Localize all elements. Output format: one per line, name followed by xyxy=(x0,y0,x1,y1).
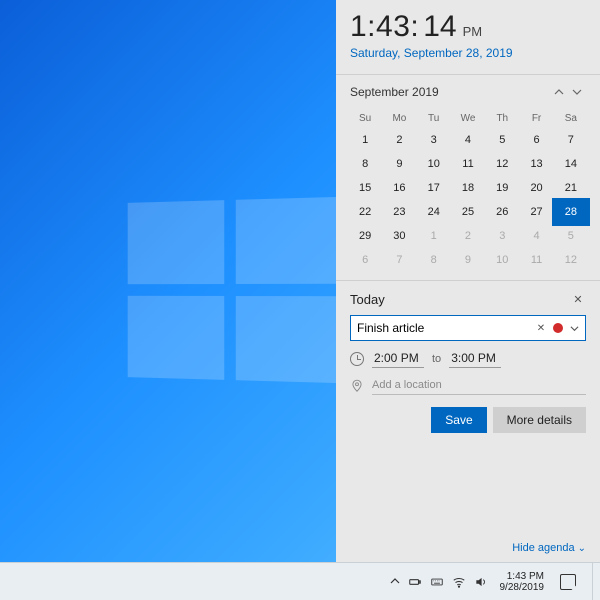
dow-label: We xyxy=(451,111,485,126)
dow-label: Th xyxy=(485,111,519,126)
calendar-day[interactable]: 9 xyxy=(451,248,485,272)
calendar-day[interactable]: 10 xyxy=(417,152,451,176)
calendar-day[interactable]: 16 xyxy=(382,176,416,200)
calendar-day[interactable]: 4 xyxy=(451,128,485,152)
calendar-day[interactable]: 1 xyxy=(417,224,451,248)
clock-time: 1:43: xyxy=(350,10,419,44)
action-center-icon[interactable] xyxy=(560,574,576,590)
clock-icon xyxy=(350,352,364,366)
start-time-field[interactable]: 2:00 PM xyxy=(372,349,424,368)
calendar-day[interactable]: 6 xyxy=(348,248,382,272)
volume-icon[interactable] xyxy=(474,575,488,589)
clock-ampm: PM xyxy=(463,24,483,39)
calendar-day[interactable]: 1 xyxy=(348,128,382,152)
to-label: to xyxy=(432,353,441,365)
clock-date-link[interactable]: Saturday, September 28, 2019 xyxy=(350,46,586,60)
calendar-day[interactable]: 4 xyxy=(519,224,553,248)
calendar-day[interactable]: 15 xyxy=(348,176,382,200)
calendar-day[interactable]: 19 xyxy=(485,176,519,200)
dow-label: Tu xyxy=(417,111,451,126)
clock-block: 1:43:14 PM Saturday, September 28, 2019 xyxy=(336,0,600,66)
calendar-day[interactable]: 8 xyxy=(417,248,451,272)
system-tray: 1:43 PM 9/28/2019 xyxy=(390,563,599,600)
calendar-day[interactable]: 8 xyxy=(348,152,382,176)
calendar-color-dropdown-icon[interactable] xyxy=(567,318,581,338)
next-month-button[interactable] xyxy=(568,83,586,101)
location-icon xyxy=(350,379,364,393)
calendar-day[interactable]: 12 xyxy=(485,152,519,176)
calendar-day[interactable]: 21 xyxy=(554,176,588,200)
calendar-day[interactable]: 11 xyxy=(519,248,553,272)
battery-icon[interactable] xyxy=(408,575,422,589)
calendar-day-today[interactable]: 28 xyxy=(554,200,588,224)
calendar-day[interactable]: 24 xyxy=(417,200,451,224)
end-time-field[interactable]: 3:00 PM xyxy=(449,349,501,368)
calendar-day[interactable]: 2 xyxy=(382,128,416,152)
day-of-week-header: SuMoTuWeThFrSa xyxy=(336,111,600,126)
close-icon[interactable]: ✕ xyxy=(570,291,586,307)
calendar-day[interactable]: 10 xyxy=(485,248,519,272)
calendar-day[interactable]: 14 xyxy=(554,152,588,176)
hide-agenda-link[interactable]: Hide agenda⌄ xyxy=(350,536,586,554)
event-title-input-wrap: ✕ xyxy=(350,315,586,341)
calendar-day[interactable]: 5 xyxy=(485,128,519,152)
calendar-day[interactable]: 27 xyxy=(519,200,553,224)
location-input[interactable] xyxy=(372,376,586,395)
save-button[interactable]: Save xyxy=(431,407,486,433)
calendar-day[interactable]: 26 xyxy=(485,200,519,224)
taskbar-clock[interactable]: 1:43 PM 9/28/2019 xyxy=(500,571,545,593)
calendar-color-dot[interactable] xyxy=(553,323,563,333)
dow-label: Fr xyxy=(519,111,553,126)
taskbar-time: 1:43 PM xyxy=(507,571,544,582)
dow-label: Su xyxy=(348,111,382,126)
calendar-day[interactable]: 7 xyxy=(382,248,416,272)
calendar-day[interactable]: 12 xyxy=(554,248,588,272)
input-indicator-icon[interactable] xyxy=(430,575,444,589)
calendar-day[interactable]: 30 xyxy=(382,224,416,248)
calendar-day[interactable]: 9 xyxy=(382,152,416,176)
event-title-input[interactable] xyxy=(355,319,529,337)
calendar-grid: 1234567891011121314151617181920212223242… xyxy=(336,126,600,280)
calendar-day[interactable]: 20 xyxy=(519,176,553,200)
calendar-day[interactable]: 3 xyxy=(417,128,451,152)
prev-month-button[interactable] xyxy=(550,83,568,101)
clock-seconds: 14 xyxy=(423,10,456,44)
dow-label: Sa xyxy=(554,111,588,126)
more-details-button[interactable]: More details xyxy=(493,407,586,433)
calendar-flyout: 1:43:14 PM Saturday, September 28, 2019 … xyxy=(336,0,600,562)
calendar-day[interactable]: 6 xyxy=(519,128,553,152)
calendar-day[interactable]: 13 xyxy=(519,152,553,176)
taskbar: 1:43 PM 9/28/2019 xyxy=(0,562,600,600)
windows-logo xyxy=(128,197,340,383)
calendar-day[interactable]: 2 xyxy=(451,224,485,248)
chevron-down-icon: ⌄ xyxy=(578,543,586,554)
show-desktop-button[interactable] xyxy=(592,563,598,600)
calendar-day[interactable]: 25 xyxy=(451,200,485,224)
dow-label: Mo xyxy=(382,111,416,126)
network-icon[interactable] xyxy=(452,575,466,589)
taskbar-date: 9/28/2019 xyxy=(500,582,545,593)
calendar-day[interactable]: 22 xyxy=(348,200,382,224)
calendar-day[interactable]: 29 xyxy=(348,224,382,248)
calendar-day[interactable]: 11 xyxy=(451,152,485,176)
calendar-day[interactable]: 23 xyxy=(382,200,416,224)
calendar-day[interactable]: 5 xyxy=(554,224,588,248)
calendar-day[interactable]: 3 xyxy=(485,224,519,248)
month-label[interactable]: September 2019 xyxy=(350,85,439,99)
calendar-day[interactable]: 7 xyxy=(554,128,588,152)
calendar-day[interactable]: 17 xyxy=(417,176,451,200)
tray-overflow-icon[interactable] xyxy=(390,576,400,588)
clear-input-icon[interactable]: ✕ xyxy=(533,320,549,336)
calendar-day[interactable]: 18 xyxy=(451,176,485,200)
agenda-heading: Today xyxy=(350,292,385,307)
